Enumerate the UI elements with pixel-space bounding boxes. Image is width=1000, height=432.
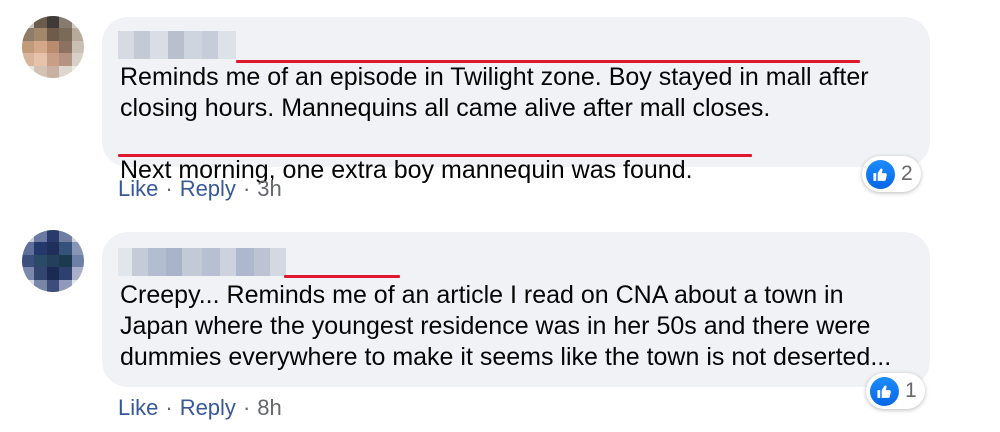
avatar[interactable] — [22, 16, 84, 78]
comment-body: Reminds me of an article I read on CNA a… — [120, 281, 892, 371]
reply-link[interactable]: Reply — [180, 395, 236, 421]
thumbs-up-icon — [866, 159, 895, 189]
separator-dot: · — [242, 395, 251, 420]
thumbs-up-icon — [870, 376, 899, 406]
red-underline-2 — [118, 154, 752, 157]
reaction-count: 1 — [905, 379, 917, 402]
reaction-summary[interactable]: 1 — [866, 373, 925, 409]
comment-bubble: Creepy... Reminds me of an article I rea… — [102, 232, 930, 387]
comment-text: Creepy... Reminds me of an article I rea… — [120, 249, 910, 373]
reaction-count: 2 — [901, 162, 913, 185]
like-link[interactable]: Like — [118, 176, 158, 202]
timestamp[interactable]: 3h — [257, 176, 281, 202]
comment-bubble: Reminds me of an episode in Twilight zon… — [102, 17, 930, 184]
comment-actions: Like · Reply · 3h — [118, 176, 282, 202]
red-underline — [284, 275, 400, 278]
reply-link[interactable]: Reply — [180, 176, 236, 202]
comment-actions: Like · Reply · 8h — [118, 395, 282, 421]
highlighted-text: Reminds me of an episode in Twilight zon… — [120, 63, 602, 91]
timestamp[interactable]: 8h — [257, 395, 281, 421]
highlighted-text: Creepy... — [120, 281, 220, 309]
avatar[interactable] — [22, 230, 84, 292]
reaction-summary[interactable]: 2 — [862, 156, 921, 192]
red-underline — [236, 60, 860, 63]
separator-dot: · — [242, 176, 251, 201]
separator-dot: · — [165, 395, 173, 420]
like-link[interactable]: Like — [118, 395, 158, 421]
comment-text: Reminds me of an episode in Twilight zon… — [120, 31, 910, 124]
separator-dot: · — [165, 176, 173, 201]
